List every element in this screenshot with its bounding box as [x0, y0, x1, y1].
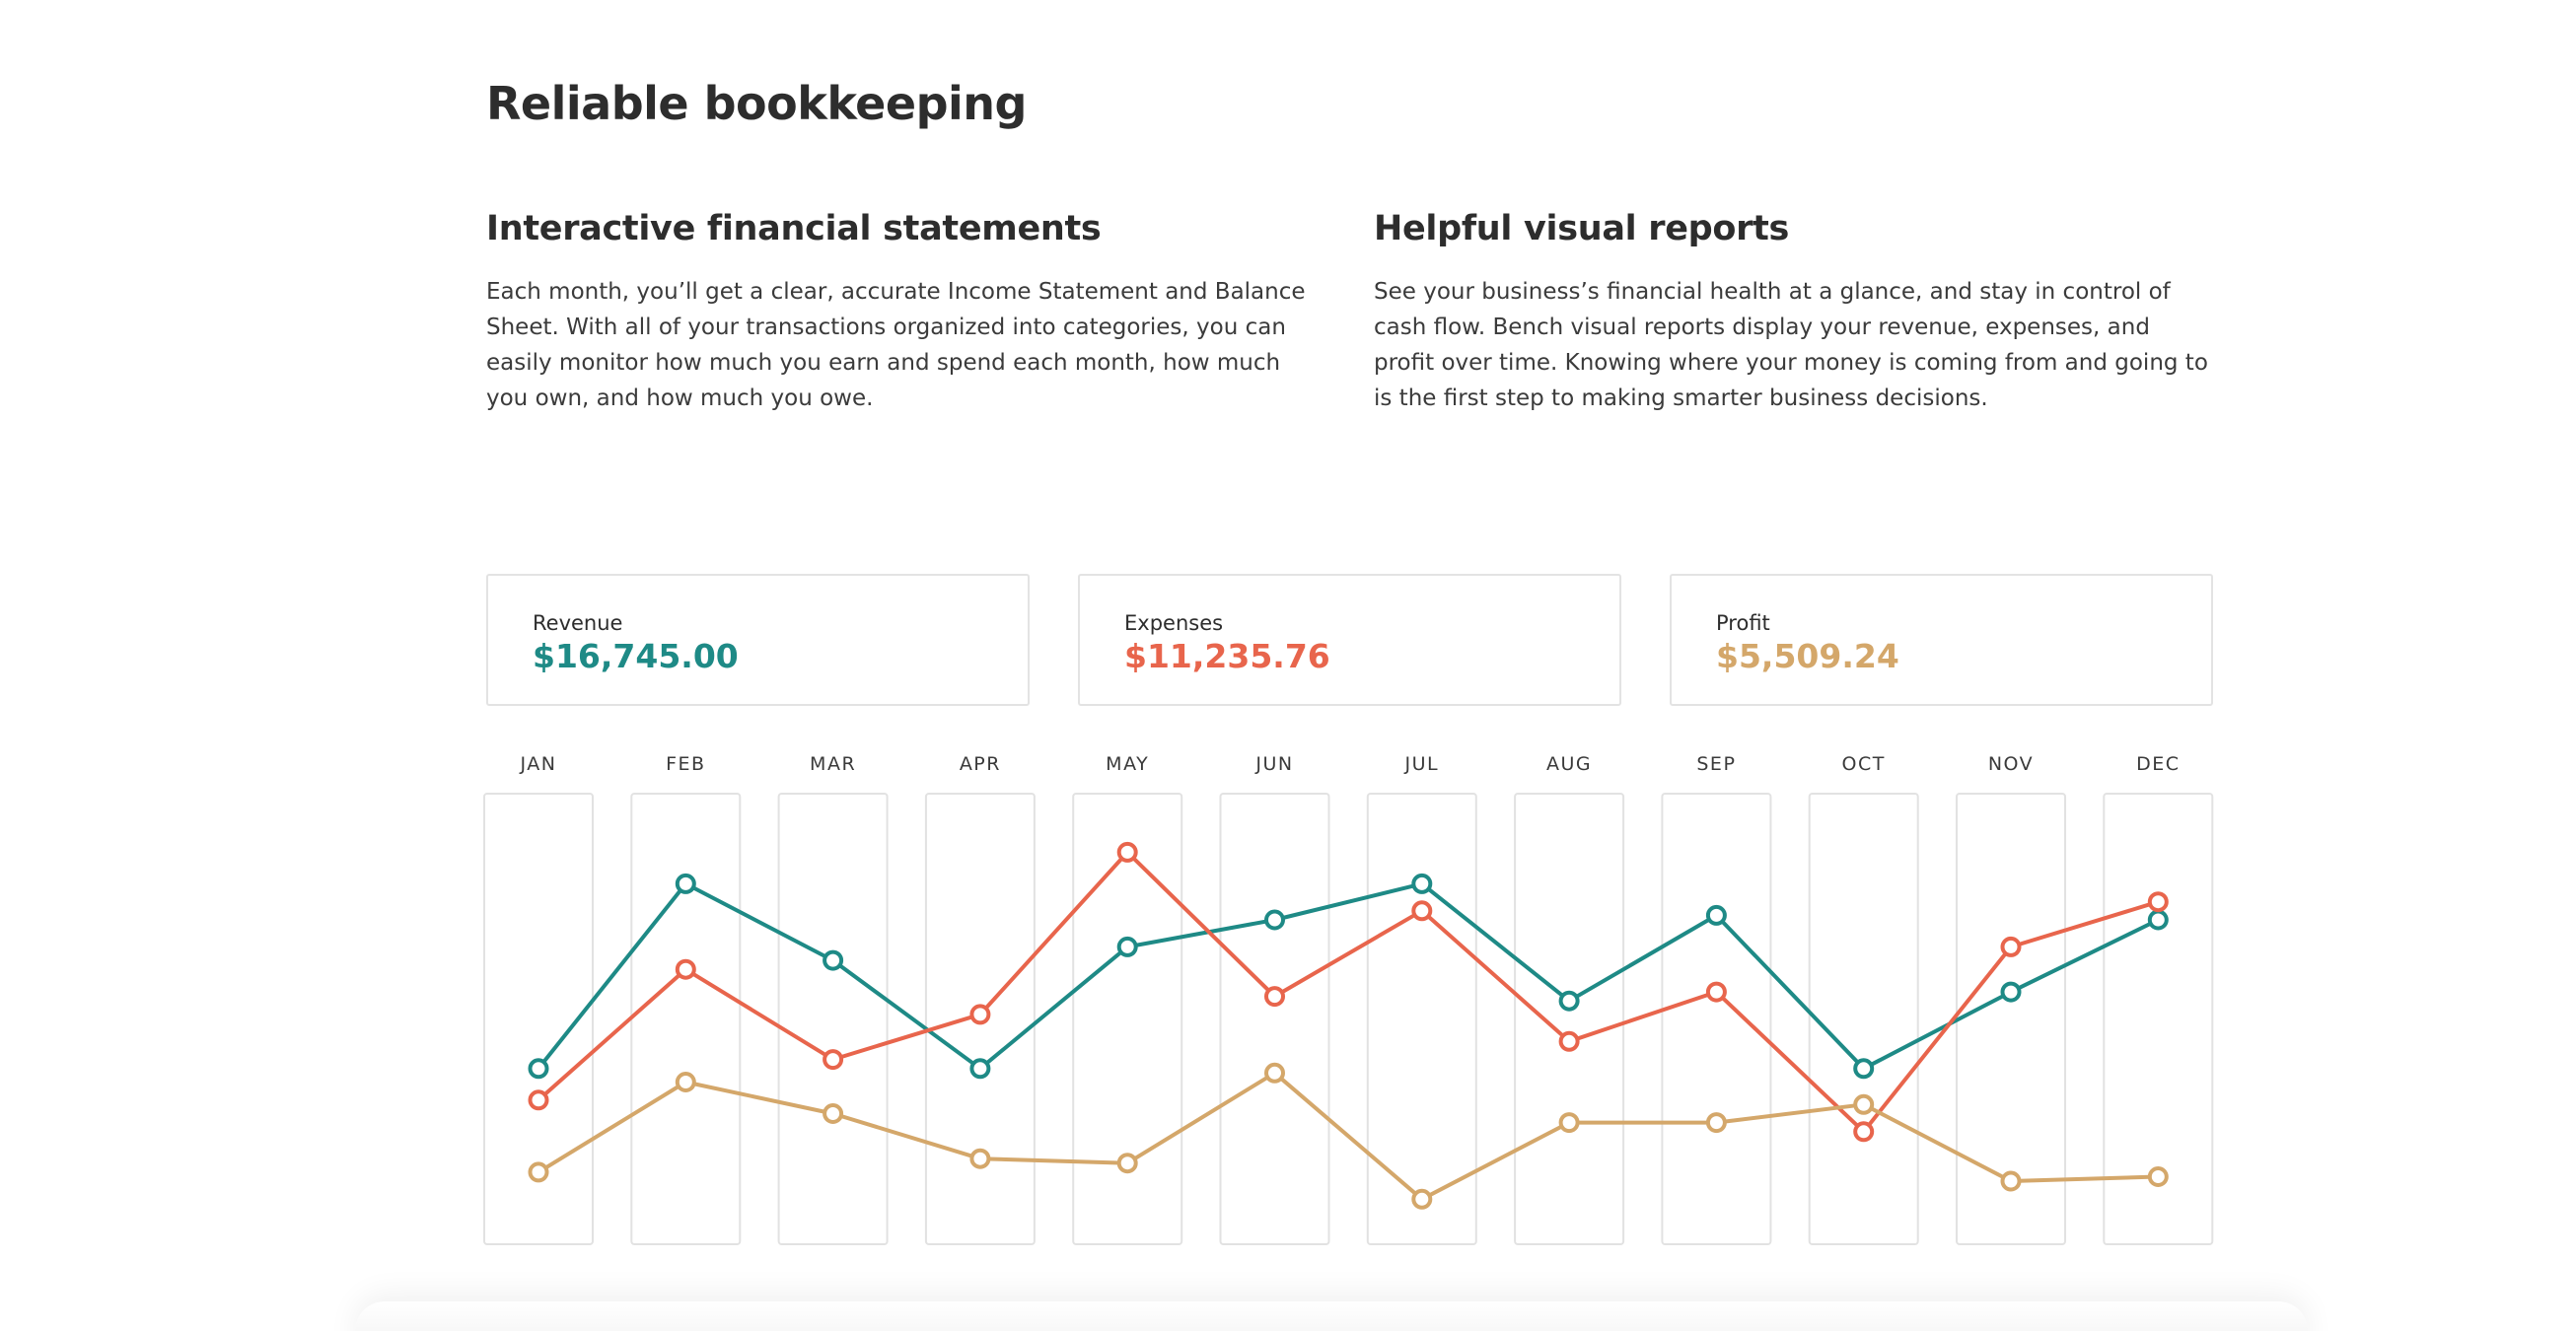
revenue-point-nov[interactable] [2000, 981, 2022, 1003]
month-label: MAY [1106, 753, 1149, 775]
expenses-point-apr[interactable] [969, 1004, 991, 1025]
month-column-mar[interactable] [777, 793, 889, 1245]
revenue-point-jun[interactable] [1264, 909, 1285, 931]
expenses-card[interactable]: Expenses $11,235.76 [1078, 574, 1621, 706]
revenue-point-apr[interactable] [969, 1058, 991, 1080]
page: Reliable bookkeeping Interactive financi… [0, 0, 2576, 1331]
revenue-point-mar[interactable] [823, 949, 844, 971]
month-label: DEC [2136, 753, 2180, 775]
section-visual-reports: Helpful visual reports See your business… [1374, 209, 2212, 416]
profit-point-dec[interactable] [2147, 1166, 2169, 1187]
month-label: NOV [1988, 753, 2034, 775]
section-financial-statements: Interactive financial statements Each mo… [486, 209, 1324, 416]
expenses-point-mar[interactable] [823, 1049, 844, 1071]
profit-line [537, 1071, 2159, 1202]
expenses-point-nov[interactable] [2000, 936, 2022, 957]
revenue-point-sep[interactable] [1705, 904, 1727, 926]
expenses-point-sep[interactable] [1705, 981, 1727, 1003]
profit-card[interactable]: Profit $5,509.24 [1670, 574, 2213, 706]
expenses-point-oct[interactable] [1853, 1121, 1875, 1143]
expenses-point-jun[interactable] [1264, 986, 1285, 1008]
profit-point-aug[interactable] [1558, 1112, 1580, 1134]
month-label: FEB [666, 753, 705, 775]
expenses-point-aug[interactable] [1558, 1030, 1580, 1052]
expenses-point-may[interactable] [1116, 841, 1138, 863]
profit-point-may[interactable] [1116, 1153, 1138, 1174]
month-column-feb[interactable] [630, 793, 742, 1245]
month-label: JAN [520, 753, 557, 775]
month-column-aug[interactable] [1514, 793, 1625, 1245]
profit-point-nov[interactable] [2000, 1170, 2022, 1192]
profit-point-sep[interactable] [1705, 1112, 1727, 1134]
month-label: SEP [1696, 753, 1736, 775]
expenses-point-jul[interactable] [1411, 900, 1433, 922]
page-title: Reliable bookkeeping [486, 77, 1027, 130]
expenses-point-jan[interactable] [528, 1089, 549, 1111]
section-body: See your business’s financial health at … [1374, 279, 2208, 411]
month-column-oct[interactable] [1808, 793, 1919, 1245]
month-column-sep[interactable] [1661, 793, 1772, 1245]
expenses-label: Expenses [1124, 611, 1224, 635]
profit-point-oct[interactable] [1853, 1093, 1875, 1115]
expenses-line [537, 850, 2159, 1134]
month-column-jun[interactable] [1219, 793, 1330, 1245]
month-label: JUN [1254, 753, 1293, 775]
bottom-panel-edge [355, 1301, 2308, 1331]
profit-point-apr[interactable] [969, 1148, 991, 1169]
month-label: APR [960, 753, 1001, 775]
revenue-point-oct[interactable] [1853, 1058, 1875, 1080]
profit-point-mar[interactable] [823, 1103, 844, 1124]
revenue-label: Revenue [533, 611, 623, 635]
revenue-point-jan[interactable] [528, 1058, 549, 1080]
profit-value: $5,509.24 [1716, 637, 1899, 675]
revenue-line [537, 881, 2160, 1071]
profit-point-jul[interactable] [1411, 1188, 1433, 1210]
revenue-point-feb[interactable] [675, 873, 696, 894]
month-label: AUG [1546, 753, 1592, 775]
revenue-point-jul[interactable] [1411, 873, 1433, 894]
month-label: MAR [810, 753, 856, 775]
month-label: OCT [1842, 753, 1886, 775]
expenses-point-dec[interactable] [2147, 891, 2169, 913]
profit-point-jan[interactable] [528, 1161, 549, 1183]
expenses-value: $11,235.76 [1124, 637, 1330, 675]
revenue-value: $16,745.00 [533, 637, 739, 675]
section-body: Each month, you’ll get a clear, accurate… [486, 279, 1306, 411]
month-label: JUL [1403, 753, 1439, 775]
profit-point-feb[interactable] [675, 1072, 696, 1092]
section-heading: Interactive financial statements [486, 209, 1102, 248]
profit-label: Profit [1716, 611, 1770, 635]
revenue-card[interactable]: Revenue $16,745.00 [486, 574, 1030, 706]
revenue-point-aug[interactable] [1558, 990, 1580, 1012]
section-heading: Helpful visual reports [1374, 209, 1790, 248]
month-column-jul[interactable] [1366, 793, 1477, 1245]
expenses-point-feb[interactable] [675, 958, 696, 980]
profit-point-jun[interactable] [1264, 1062, 1285, 1084]
revenue-point-may[interactable] [1116, 936, 1138, 957]
revenue-point-dec[interactable] [2147, 909, 2169, 931]
